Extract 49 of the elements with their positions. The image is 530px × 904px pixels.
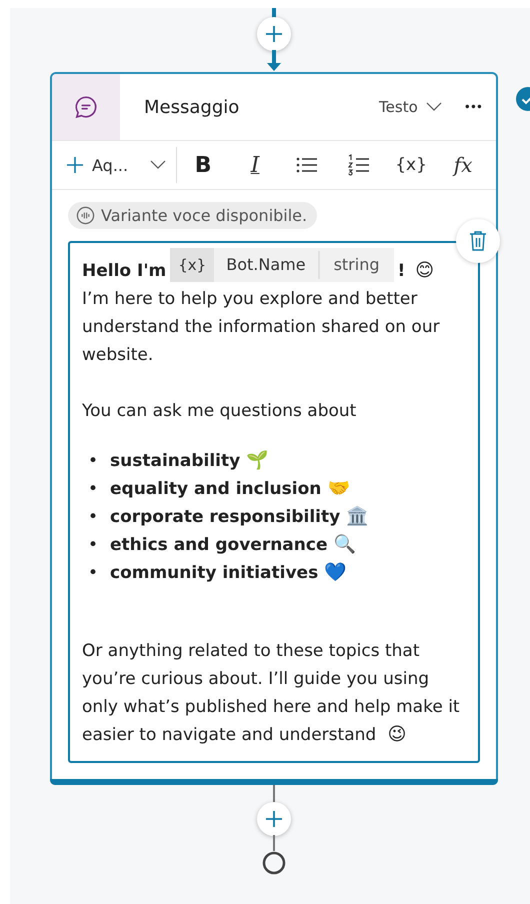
chevron-down-icon: [426, 102, 442, 112]
paragraph-text: I’m here to help you explore and better understand the information shared on our website.: [82, 288, 441, 367]
chevron-down-icon: [150, 160, 166, 170]
arrow-icon: [266, 50, 282, 72]
bullet-marker: •: [88, 478, 100, 501]
bullet-text: community initiatives: [110, 562, 318, 585]
emoji: 🤝: [327, 477, 350, 501]
paragraph-text: You can ask me questions about: [82, 400, 358, 423]
bullet-text: sustainability: [110, 450, 240, 473]
delete-button[interactable]: [456, 219, 500, 263]
add-step-button[interactable]: [257, 802, 291, 836]
numbered-list-icon: [348, 154, 370, 176]
trash-icon: [468, 230, 488, 252]
voice-variant-chip[interactable]: Variante voce disponibile.: [68, 202, 318, 229]
emoji: 😊: [415, 259, 434, 283]
end-node-icon: [262, 851, 286, 875]
bullet-text: corporate responsibility: [110, 506, 340, 529]
variable-token[interactable]: {x} Bot.Name string: [170, 248, 394, 282]
add-step-button[interactable]: [257, 17, 291, 51]
emoji: 🔍: [334, 533, 356, 557]
plus-icon: [66, 156, 84, 174]
bullet-marker: •: [88, 562, 100, 585]
node-title: Messaggio: [144, 96, 240, 118]
chip-label: Variante voce disponibile.: [101, 206, 308, 225]
add-dropdown[interactable]: Aq...: [52, 156, 176, 174]
formula-button[interactable]: fx: [437, 147, 490, 183]
more-button[interactable]: •••: [464, 100, 482, 114]
emoji: 😉: [388, 723, 406, 747]
format-dropdown[interactable]: Testo: [379, 98, 442, 116]
italic-button[interactable]: I: [229, 147, 282, 183]
bullet-text: equality and inclusion: [110, 478, 322, 501]
greeting-text: Hello I'm: [82, 260, 166, 283]
emoji: 💙: [324, 561, 346, 585]
bold-button[interactable]: B: [177, 147, 230, 183]
emoji: 🏛: [346, 505, 368, 529]
bulleted-list-icon: [296, 156, 318, 174]
plus-icon: [264, 24, 284, 44]
emoji: 🌱: [246, 449, 268, 473]
bullet-marker: •: [88, 506, 100, 529]
audio-wave-icon: [76, 206, 95, 225]
exclamation-text: !: [398, 260, 406, 283]
bullet-marker: •: [88, 450, 100, 473]
chat-bubble-icon: [73, 94, 99, 120]
insert-variable-button[interactable]: {x}: [385, 147, 438, 183]
plus-icon: [264, 809, 284, 829]
bullet-marker: •: [88, 534, 100, 557]
paragraph-text: Or anything related to these topics that you’re curious about. I’ll guide you using only what’s published here and help make it easier to navigate and understand 😉: [82, 640, 461, 749]
message-text-editor[interactable]: [68, 241, 480, 763]
bullet-text: ethics and governance: [110, 534, 328, 557]
